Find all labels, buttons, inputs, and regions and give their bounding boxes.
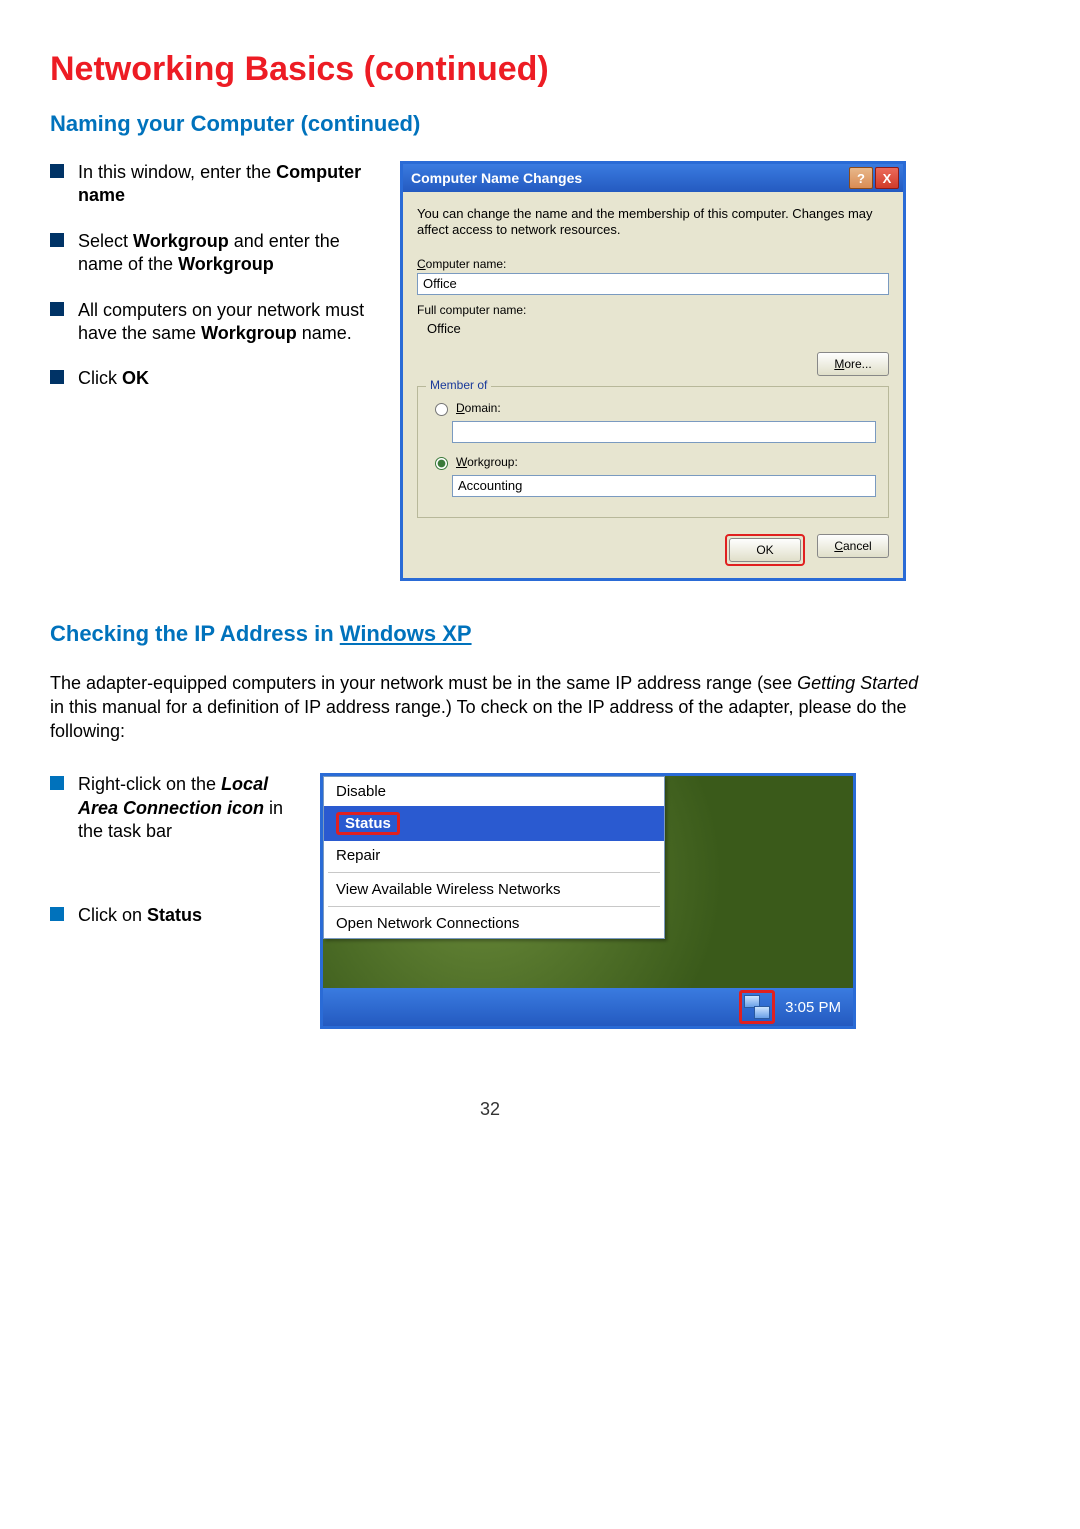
domain-input[interactable] [452,421,876,443]
help-button[interactable]: ? [849,167,873,189]
taskbar: 3:05 PM [323,988,853,1026]
section-ip-title: Checking the IP Address in Windows XP [50,621,930,647]
context-menu-screenshot: Disable Status Repair View Available Wir… [320,773,856,1029]
page-title: Networking Basics (continued) [50,50,930,89]
dialog-description: You can change the name and the membersh… [417,206,889,239]
bullet-select-workgroup: Select Workgroup and enter the name of t… [50,230,380,277]
computer-name-input[interactable] [417,273,889,295]
domain-radio[interactable] [435,403,448,416]
dialog-title: Computer Name Changes [411,170,847,186]
ctx-disable[interactable]: Disable [324,777,664,806]
bullet-click-status: Click on Status [50,904,300,927]
ctx-separator [328,872,660,873]
ctx-repair[interactable]: Repair [324,841,664,870]
domain-label: Domain: [456,401,501,415]
full-name-label: Full computer name: [417,303,889,317]
full-name-value: Office [417,319,889,346]
network-tray-icon[interactable] [744,995,770,1019]
workgroup-radio[interactable] [435,457,448,470]
ctx-open-connections[interactable]: Open Network Connections [324,909,664,938]
more-button[interactable]: More... [817,352,889,376]
cancel-button[interactable]: Cancel [817,534,889,558]
page-number: 32 [50,1099,930,1120]
workgroup-input[interactable] [452,475,876,497]
status-highlight: Status [336,812,400,835]
taskbar-clock: 3:05 PM [785,999,841,1016]
bullet-same-workgroup: All computers on your network must have … [50,299,380,346]
bullet-enter-name: In this window, enter the Computer name [50,161,380,208]
computer-name-label: Computer name: [417,257,889,271]
bullet-click-ok: Click OK [50,367,380,390]
tray-icon-highlight [739,990,775,1024]
context-menu: Disable Status Repair View Available Wir… [323,776,665,939]
ok-button[interactable]: OK [729,538,801,562]
ctx-separator-2 [328,906,660,907]
close-button[interactable]: X [875,167,899,189]
dialog-titlebar: Computer Name Changes ? X [403,164,903,192]
bullet-right-click: Right-click on the Local Area Connection… [50,773,300,843]
member-of-group: Member of Domain: Workgroup: [417,386,889,518]
workgroup-label: Workgroup: [456,455,518,469]
ip-paragraph: The adapter-equipped computers in your n… [50,671,930,744]
ok-highlight: OK [725,534,805,566]
computer-name-dialog: Computer Name Changes ? X You can change… [400,161,906,581]
section-naming-title: Naming your Computer (continued) [50,111,930,137]
ctx-view-networks[interactable]: View Available Wireless Networks [324,875,664,904]
ctx-status[interactable]: Status [324,806,664,841]
member-of-legend: Member of [426,378,491,392]
